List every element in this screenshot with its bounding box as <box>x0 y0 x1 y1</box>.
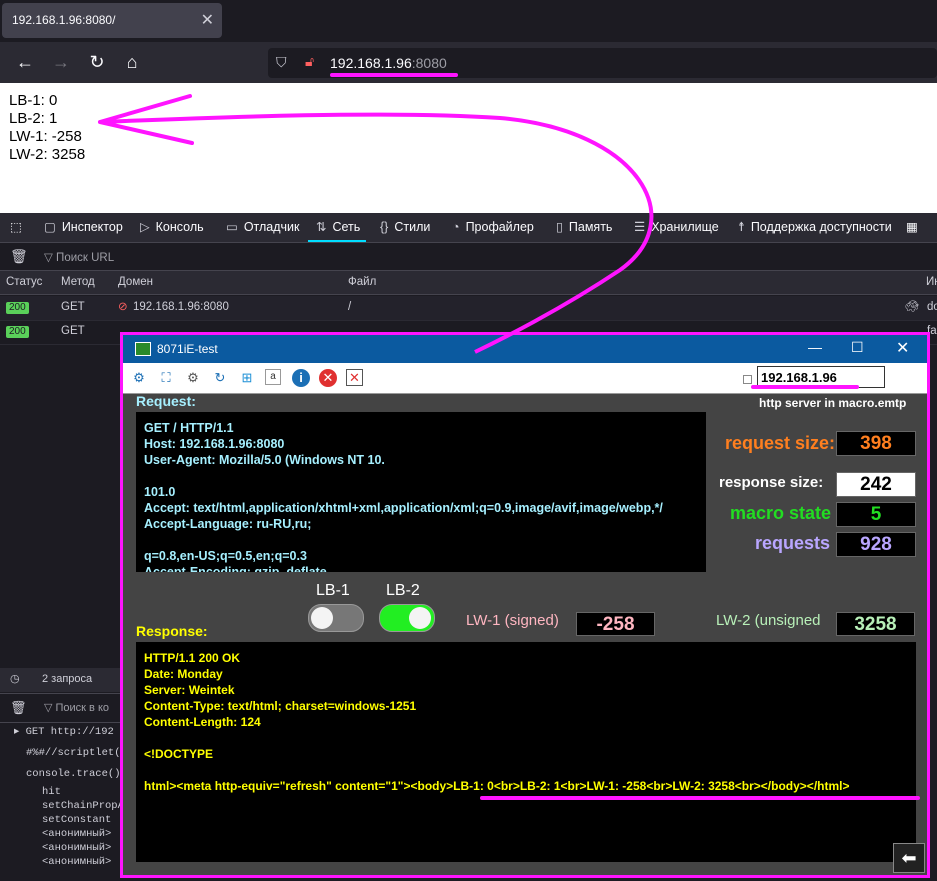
annotation-arrow <box>98 94 654 354</box>
